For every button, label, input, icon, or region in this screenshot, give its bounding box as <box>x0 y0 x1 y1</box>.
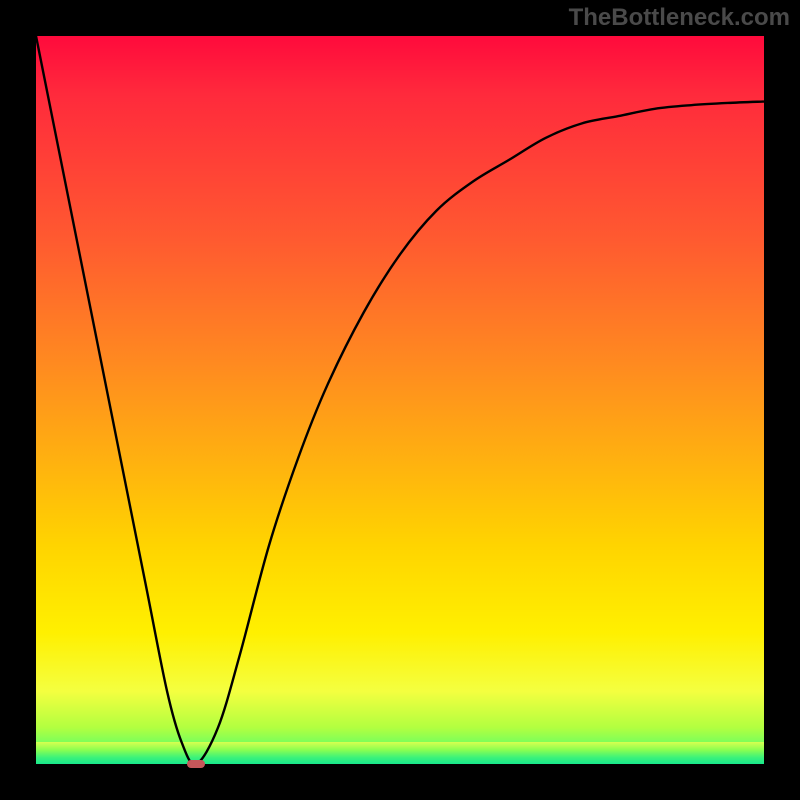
minimum-marker <box>187 760 205 768</box>
chart-container: TheBottleneck.com <box>0 0 800 800</box>
bottleneck-curve <box>36 36 764 764</box>
watermark-text: TheBottleneck.com <box>569 4 790 32</box>
plot-area <box>36 36 764 764</box>
curve-path <box>36 36 764 764</box>
